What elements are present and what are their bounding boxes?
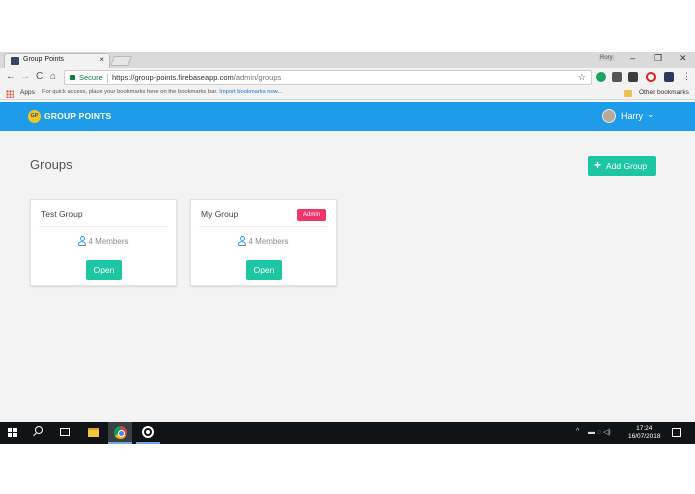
url-path: /admin/groups <box>233 73 282 82</box>
clock-date: 16/07/2018 <box>628 433 661 440</box>
members-count: 4 Members <box>191 236 336 246</box>
bookmark-star-icon[interactable]: ☆ <box>578 72 586 83</box>
apps-grid-icon[interactable] <box>6 90 14 98</box>
taskbar-obs[interactable] <box>136 422 160 444</box>
obs-icon <box>142 426 154 438</box>
user-icon <box>78 236 87 246</box>
windows-start-icon[interactable] <box>8 428 17 437</box>
restore-icon[interactable]: ❐ <box>654 53 662 64</box>
folder-icon <box>624 90 632 97</box>
group-card: My Group Admin 4 Members Open <box>190 199 337 286</box>
tab-title: Group Points <box>23 56 64 63</box>
taskbar-chrome[interactable] <box>108 422 132 444</box>
add-group-label: Add Group <box>606 161 648 171</box>
apps-label[interactable]: Apps <box>20 89 35 96</box>
favicon-icon <box>11 57 19 65</box>
search-icon[interactable] <box>35 426 43 434</box>
forward-icon[interactable]: → <box>20 71 30 82</box>
extension-shield-icon[interactable] <box>628 72 638 82</box>
members-label: 4 Members <box>88 237 129 246</box>
browser-toolbar: ← → C ⌂ Secure https://group-points.fire… <box>0 68 695 87</box>
extension-grammarly-icon[interactable] <box>596 72 606 82</box>
extension-pocket-icon[interactable] <box>612 72 622 82</box>
task-view-icon[interactable] <box>60 428 70 436</box>
page-title: Groups <box>30 157 73 172</box>
tray-expand-icon[interactable]: ^ <box>576 428 579 435</box>
group-name: Test Group <box>41 209 83 219</box>
bookmarks-bar: Apps For quick access, place your bookma… <box>0 87 695 100</box>
card-divider <box>39 226 168 227</box>
extension-react-icon[interactable] <box>664 72 674 82</box>
extension-opera-icon[interactable] <box>646 72 656 82</box>
lock-icon <box>70 75 75 80</box>
home-icon[interactable]: ⌂ <box>50 71 56 82</box>
file-explorer-icon[interactable] <box>88 428 99 437</box>
add-group-button[interactable]: + Add Group <box>588 156 656 176</box>
browser-tab[interactable]: Group Points × <box>4 53 110 68</box>
avatar[interactable] <box>602 109 616 123</box>
chevron-down-icon[interactable]: ⌄ <box>647 109 655 120</box>
open-group-button[interactable]: Open <box>246 260 282 280</box>
minimize-icon[interactable]: – <box>630 53 635 63</box>
open-group-button[interactable]: Open <box>86 260 122 280</box>
new-tab-button[interactable] <box>110 56 132 66</box>
windows-taskbar: ^ ▬ ◌ ◁) 17:24 16/07/2018 <box>0 422 695 444</box>
browser-tab-strip: Group Points × Rory – ❐ ✕ <box>0 52 695 68</box>
url-text[interactable]: https://group-points.firebaseapp.com/adm… <box>112 73 281 82</box>
admin-badge: Admin <box>297 209 326 221</box>
card-divider <box>199 226 328 227</box>
user-menu-name[interactable]: Harry <box>621 111 643 121</box>
app-header: GP GROUP POINTS Harry ⌄ <box>0 102 695 131</box>
notification-icon[interactable] <box>672 428 681 437</box>
group-card: Test Group 4 Members Open <box>30 199 177 286</box>
bookmarks-hint: For quick access, place your bookmarks h… <box>42 89 282 95</box>
secure-label: Secure <box>79 73 103 82</box>
import-bookmarks-link[interactable]: Import bookmarks now... <box>219 89 282 95</box>
tab-close-icon[interactable]: × <box>99 55 104 64</box>
back-icon[interactable]: ← <box>6 71 16 82</box>
members-count: 4 Members <box>31 236 176 246</box>
clock-time: 17:24 <box>636 425 653 432</box>
window-close-icon[interactable]: ✕ <box>679 53 687 64</box>
url-host: https://group-points.firebaseapp.com <box>112 73 234 82</box>
other-bookmarks[interactable]: Other bookmarks <box>639 89 689 96</box>
plus-icon: + <box>594 158 602 172</box>
reload-icon[interactable]: C <box>36 71 43 82</box>
tray-status-icons[interactable]: ▬ ◌ ◁) <box>588 428 611 436</box>
bookmarks-hint-text: For quick access, place your bookmarks h… <box>42 89 218 95</box>
logo-icon[interactable]: GP <box>28 110 41 123</box>
logo-text[interactable]: GROUP POINTS <box>44 111 111 121</box>
browser-menu-icon[interactable]: ⋮ <box>682 71 691 82</box>
screen: Group Points × Rory – ❐ ✕ ← → C ⌂ Secure… <box>0 52 695 444</box>
profile-badge[interactable]: Rory <box>598 55 615 61</box>
omnibox-divider <box>107 74 108 83</box>
taskbar-clock[interactable]: 17:24 16/07/2018 <box>628 425 661 441</box>
group-name: My Group <box>201 209 239 219</box>
user-icon <box>238 236 247 246</box>
address-bar[interactable]: Secure https://group-points.firebaseapp.… <box>64 70 592 85</box>
members-label: 4 Members <box>248 237 289 246</box>
chrome-icon <box>114 426 127 439</box>
